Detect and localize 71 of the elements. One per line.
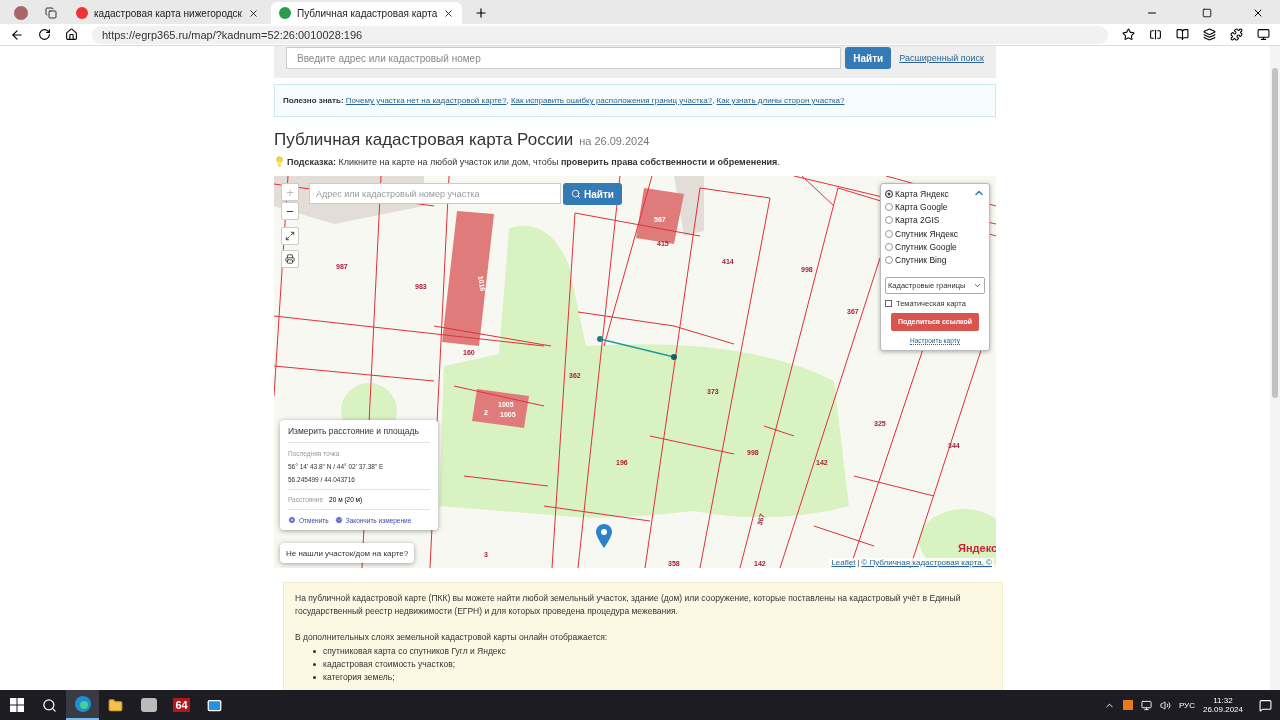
new-tab-icon[interactable] bbox=[474, 6, 489, 20]
layer-option[interactable]: Спутник Яндекс bbox=[885, 226, 985, 241]
radio-icon[interactable] bbox=[885, 242, 893, 251]
bullet-icon bbox=[313, 649, 316, 653]
help-link[interactable]: Как узнать длины сторон участка? bbox=[716, 96, 845, 105]
map-pin-icon[interactable] bbox=[596, 524, 612, 548]
close-icon[interactable] bbox=[1252, 7, 1264, 19]
address-field[interactable]: https://egrp365.ru/map/?kadnum=52:26:0010028:196 bbox=[92, 25, 1108, 44]
help-link[interactable]: Как исправить ошибку расположения границ участка? bbox=[510, 96, 713, 105]
list-item: спутниковая карта со спутников Гугл и Яндекс bbox=[323, 644, 506, 658]
radio-icon[interactable] bbox=[885, 229, 893, 238]
page-title: Публичная кадастровая карта России bbox=[274, 130, 574, 150]
article-paragraph: На публичной кадастровой карте (ПКК) вы можете найти любой земельный участок, здание (дом) или сооружение, которые поставлены на кадастровый учёт в Единый государственный реестр недвижимости (ЕГРН) и для которых проведена процедура межевания. bbox=[295, 592, 962, 619]
source-link[interactable]: © Публичная кадастровая карта, © bbox=[861, 558, 992, 567]
map-search-field[interactable]: Адрес или кадастровый номер участка bbox=[309, 183, 561, 204]
tabs-icon[interactable] bbox=[1203, 28, 1216, 41]
browser-icon[interactable] bbox=[66, 690, 99, 720]
language-indicator[interactable]: РУС bbox=[1178, 700, 1195, 710]
map-search-button[interactable]: Найти bbox=[563, 183, 622, 205]
clock[interactable]: 11:32 26.09.2024 bbox=[1202, 696, 1243, 714]
bullet-icon bbox=[313, 662, 316, 666]
split-screen-icon[interactable] bbox=[1149, 28, 1162, 41]
layer-option[interactable]: Спутник Bing bbox=[885, 253, 985, 267]
back-icon[interactable] bbox=[10, 27, 24, 42]
list-item: кадастровая стоимость участков; bbox=[323, 657, 456, 671]
list-item: категория земель; bbox=[323, 670, 395, 684]
radio-icon[interactable] bbox=[885, 189, 893, 198]
checkbox[interactable] bbox=[885, 299, 892, 307]
search-button[interactable]: Найти bbox=[845, 47, 892, 69]
home-icon[interactable] bbox=[65, 28, 78, 41]
volume-icon[interactable] bbox=[1159, 699, 1171, 711]
layer-option[interactable]: Спутник Google bbox=[885, 240, 985, 254]
maximize-icon[interactable] bbox=[1202, 8, 1212, 18]
map-logo: Яндекс bbox=[958, 542, 996, 554]
list-intro: В дополнительных слоях земельной кадастровой карты онлайн отображается: bbox=[295, 631, 609, 645]
scrollbar[interactable] bbox=[1270, 46, 1280, 690]
browser-tab[interactable]: кадастровая карта нижегородск bbox=[68, 2, 267, 24]
collections-icon[interactable] bbox=[1176, 28, 1189, 41]
bullet-icon bbox=[313, 675, 316, 679]
fullscreen-button[interactable] bbox=[281, 227, 299, 245]
layer-option[interactable]: Карта Google bbox=[885, 200, 985, 214]
layer-option[interactable]: Карта Яндекс bbox=[885, 187, 985, 201]
hint-text: Подсказка: Кликните на карте на любой участок или дом, чтобы проверить права собственности и обременения. bbox=[287, 156, 780, 167]
close-icon[interactable] bbox=[248, 7, 259, 19]
popup-title: Измерить расстояние и площадь bbox=[288, 426, 430, 443]
tray-app-icon[interactable] bbox=[1122, 700, 1133, 710]
radio-icon[interactable] bbox=[885, 256, 893, 265]
search-field[interactable]: Введите адрес или кадастровый номер bbox=[286, 47, 842, 69]
radio-icon[interactable] bbox=[885, 216, 893, 225]
help-link[interactable]: Почему участка нет на кадастровой карте? bbox=[345, 96, 507, 105]
print-button[interactable] bbox=[281, 250, 299, 268]
expand-icon bbox=[285, 231, 295, 241]
refresh-icon[interactable] bbox=[38, 28, 51, 41]
favorite-star-icon[interactable] bbox=[1122, 28, 1135, 41]
lightbulb-icon bbox=[274, 156, 285, 167]
printer-icon bbox=[285, 254, 295, 264]
date-text: на 26.09.2024 bbox=[579, 135, 650, 147]
browser-tab[interactable]: Публичная кадастровая карта bbox=[271, 2, 463, 24]
layer-option[interactable]: Карта 2GIS bbox=[885, 213, 985, 227]
site-favicon-icon bbox=[76, 7, 88, 19]
close-icon[interactable] bbox=[443, 7, 455, 19]
extensions-icon[interactable] bbox=[1230, 28, 1243, 41]
search-icon bbox=[571, 189, 581, 199]
network-icon[interactable] bbox=[1140, 699, 1152, 711]
advanced-search-link[interactable]: Расширенный поиск bbox=[899, 53, 984, 63]
notifications-icon[interactable] bbox=[1259, 698, 1272, 712]
info-text: Полезно знать: Почему участка нет на кадастровой карте?, Как исправить ошибку расположения границ участка?, Как узнать длины сторон участка? bbox=[274, 84, 996, 117]
zoom-out-button[interactable]: − bbox=[281, 202, 299, 220]
leaflet-link[interactable]: Leaflet bbox=[831, 558, 856, 567]
not-found-button[interactable]: Не нашли участок/дом на карте? bbox=[280, 543, 415, 563]
radio-icon[interactable] bbox=[885, 202, 893, 211]
